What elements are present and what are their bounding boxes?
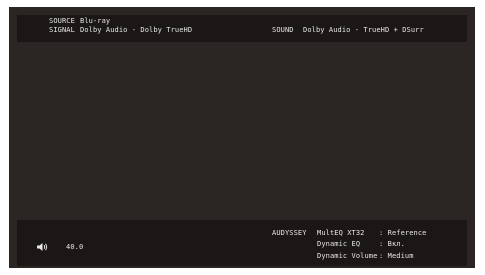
source-label: SOURCE (49, 17, 75, 25)
signal-label: SIGNAL (49, 26, 75, 34)
volume-level: 40.0 (66, 243, 84, 251)
setting-name-dynamic-volume: Dynamic Volume (317, 252, 378, 260)
sound-label: SOUND (272, 26, 294, 34)
audyssey-label: AUDYSSEY (272, 229, 307, 237)
setting-value-dynamic-eq: : Вкл. (379, 240, 405, 248)
signal-value: Dolby Audio - Dolby TrueHD (80, 26, 193, 34)
speaker-icon (37, 243, 48, 251)
source-value: Blu-ray (80, 17, 111, 25)
sound-value: Dolby Audio - TrueHD + DSurr (303, 26, 424, 34)
setting-name-dynamic-eq: Dynamic EQ (317, 240, 361, 248)
setting-value-multeq: : Reference (379, 229, 427, 237)
setting-value-dynamic-volume: : Medium (379, 252, 414, 260)
setting-name-multeq: MultEQ XT32 (317, 229, 365, 237)
